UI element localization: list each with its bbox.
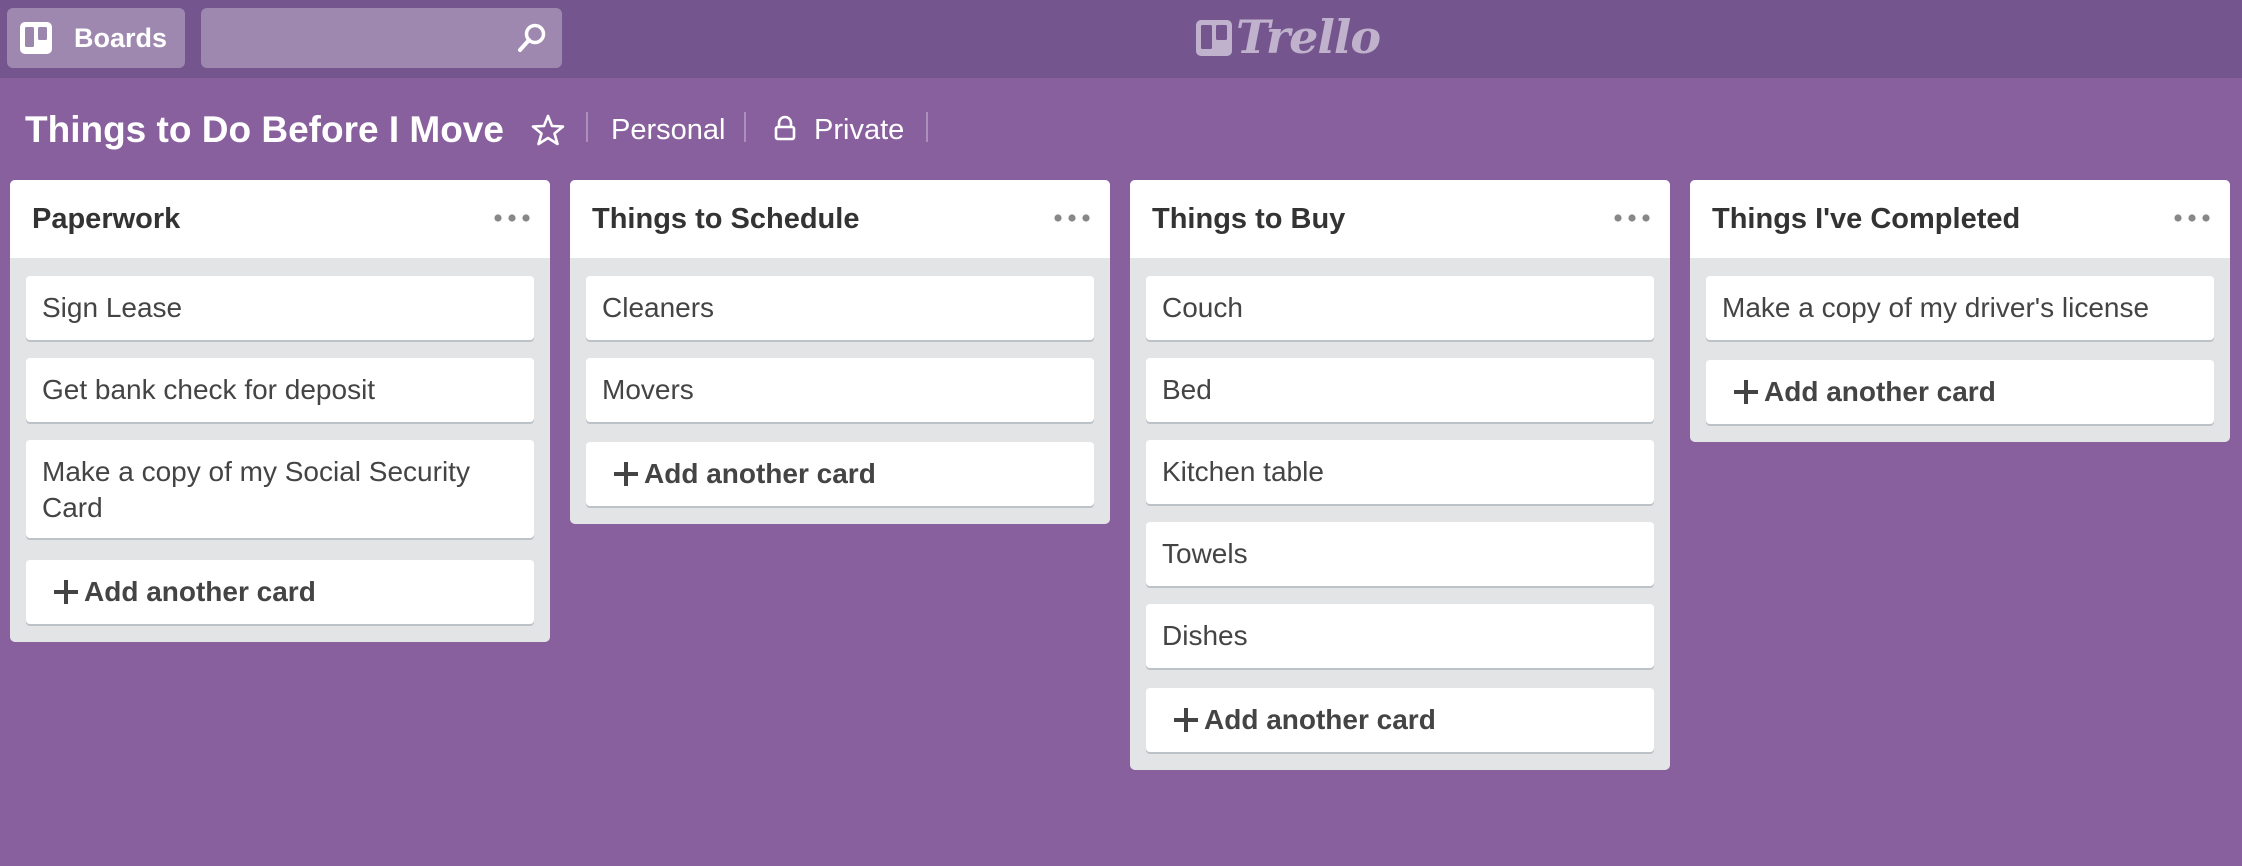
list-paperwork: Paperwork Sign Lease Get bank check for … bbox=[10, 180, 550, 642]
list-things-to-schedule: Things to Schedule Cleaners Movers Add a… bbox=[570, 180, 1110, 524]
header-divider bbox=[926, 112, 928, 142]
add-card-button[interactable]: Add another card bbox=[26, 560, 534, 624]
search-icon[interactable] bbox=[516, 22, 548, 54]
card[interactable]: Bed bbox=[1146, 358, 1654, 422]
header-divider bbox=[744, 112, 746, 142]
add-card-label: Add another card bbox=[84, 576, 316, 607]
more-icon[interactable] bbox=[1612, 208, 1652, 228]
card[interactable]: Kitchen table bbox=[1146, 440, 1654, 504]
more-icon[interactable] bbox=[2172, 208, 2212, 228]
trello-logo[interactable]: Trello bbox=[1194, 12, 1381, 64]
top-bar: Boards Trello bbox=[0, 0, 2242, 78]
list-things-completed: Things I've Completed Make a copy of my … bbox=[1690, 180, 2230, 442]
card[interactable]: Movers bbox=[586, 358, 1094, 422]
lock-icon bbox=[774, 115, 796, 141]
board-title[interactable]: Things to Do Before I Move bbox=[25, 100, 504, 160]
search-input[interactable] bbox=[201, 8, 501, 68]
list-header: Things to Schedule bbox=[570, 180, 1110, 258]
board-header: Things to Do Before I Move Personal Priv… bbox=[0, 100, 2242, 160]
boards-icon bbox=[20, 22, 52, 54]
trello-logo-icon bbox=[1196, 20, 1232, 56]
add-card-button[interactable]: Add another card bbox=[1146, 688, 1654, 752]
card[interactable]: Get bank check for deposit bbox=[26, 358, 534, 422]
plus-icon bbox=[614, 462, 638, 486]
add-card-button[interactable]: Add another card bbox=[586, 442, 1094, 506]
card[interactable]: Dishes bbox=[1146, 604, 1654, 668]
team-button[interactable]: Personal bbox=[611, 100, 725, 160]
plus-icon bbox=[1734, 380, 1758, 404]
card[interactable]: Couch bbox=[1146, 276, 1654, 340]
more-icon[interactable] bbox=[1052, 208, 1092, 228]
add-card-label: Add another card bbox=[1204, 704, 1436, 735]
trello-wordmark: Trello bbox=[1236, 10, 1381, 64]
list-title[interactable]: Things to Buy bbox=[1152, 180, 1345, 258]
list-title[interactable]: Things to Schedule bbox=[592, 180, 859, 258]
add-card-label: Add another card bbox=[644, 458, 876, 489]
card[interactable]: Towels bbox=[1146, 522, 1654, 586]
list-header: Things I've Completed bbox=[1690, 180, 2230, 258]
header-divider bbox=[586, 112, 588, 142]
add-card-button[interactable]: Add another card bbox=[1706, 360, 2214, 424]
list-header: Paperwork bbox=[10, 180, 550, 258]
boards-label: Boards bbox=[74, 23, 168, 53]
list-header: Things to Buy bbox=[1130, 180, 1670, 258]
card[interactable]: Sign Lease bbox=[26, 276, 534, 340]
star-icon[interactable] bbox=[530, 112, 566, 148]
list-title[interactable]: Paperwork bbox=[32, 180, 180, 258]
boards-button[interactable]: Boards bbox=[7, 8, 185, 68]
card[interactable]: Make a copy of my driver's license bbox=[1706, 276, 2214, 340]
plus-icon bbox=[1174, 708, 1198, 732]
card[interactable]: Make a copy of my Social Security Card bbox=[26, 440, 534, 538]
more-icon[interactable] bbox=[492, 208, 532, 228]
search-box[interactable] bbox=[201, 8, 562, 68]
add-card-label: Add another card bbox=[1764, 376, 1996, 407]
list-things-to-buy: Things to Buy Couch Bed Kitchen table To… bbox=[1130, 180, 1670, 770]
card[interactable]: Cleaners bbox=[586, 276, 1094, 340]
plus-icon bbox=[54, 580, 78, 604]
list-title[interactable]: Things I've Completed bbox=[1712, 180, 2020, 258]
visibility-button[interactable]: Private bbox=[814, 100, 904, 160]
